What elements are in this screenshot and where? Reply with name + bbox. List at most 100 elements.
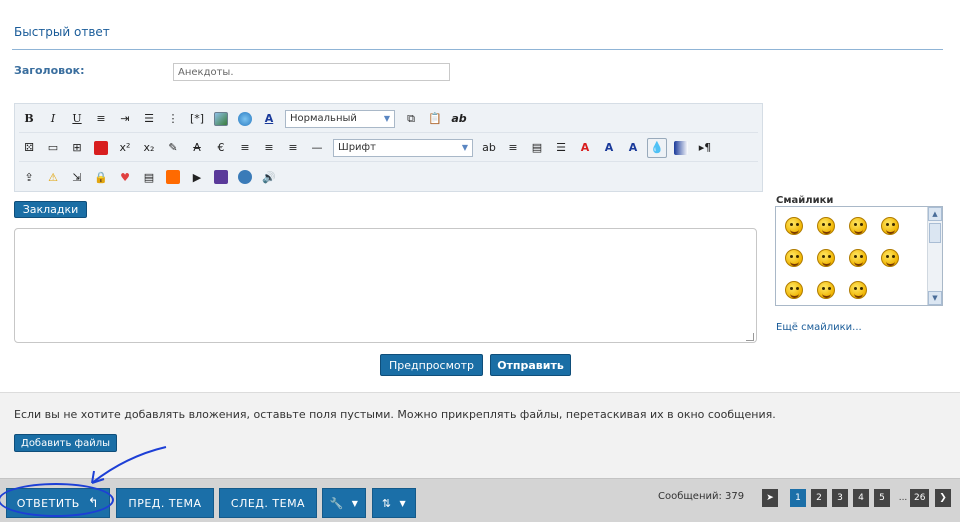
block-icon[interactable]: ▤: [527, 138, 547, 158]
euro-icon[interactable]: €: [211, 138, 231, 158]
justify-icon[interactable]: ≡: [503, 138, 523, 158]
text-color-icon[interactable]: A: [259, 109, 279, 129]
reply-button[interactable]: ОТВЕТИТЬ ↰: [6, 488, 110, 518]
smiley-icon[interactable]: [812, 213, 840, 239]
smilies-scrollbar[interactable]: ▲ ▼: [927, 207, 942, 305]
smiley-icon[interactable]: [844, 277, 872, 303]
bullet-list-icon[interactable]: ☰: [139, 109, 159, 129]
underline-icon[interactable]: U: [67, 109, 87, 129]
warning-icon[interactable]: ⚠: [43, 167, 63, 187]
align-left-icon[interactable]: ≡: [235, 138, 255, 158]
document-icon[interactable]: ▤: [139, 167, 159, 187]
picture-icon[interactable]: [211, 167, 231, 187]
drop-icon[interactable]: 💧: [647, 137, 667, 158]
image-icon[interactable]: [211, 109, 231, 129]
horizontal-rule-icon[interactable]: —: [307, 138, 327, 158]
pencil-icon[interactable]: ✎: [163, 138, 183, 158]
smiley-icon[interactable]: [812, 277, 840, 303]
list-item-icon[interactable]: [*]: [187, 109, 207, 129]
more-smilies-link[interactable]: Ещё смайлики...: [776, 322, 862, 333]
numbered-list-icon[interactable]: ⋮: [163, 109, 183, 129]
upload-icon[interactable]: ⇪: [19, 167, 39, 187]
paste-icon[interactable]: 📋: [425, 109, 445, 129]
bold-icon[interactable]: B: [19, 109, 39, 129]
indent-icon[interactable]: ⇥: [115, 109, 135, 129]
paragraph-icon[interactable]: ▸¶: [695, 138, 715, 158]
scroll-thumb[interactable]: [929, 223, 941, 243]
scroll-down-icon[interactable]: ▼: [928, 291, 942, 305]
smiley-icon[interactable]: [780, 277, 808, 303]
smiley-icon[interactable]: [844, 213, 872, 239]
subject-input[interactable]: [173, 63, 450, 81]
page-ellipsis: ...: [898, 493, 908, 503]
lock-icon[interactable]: 🔒: [91, 167, 111, 187]
prev-topic-button[interactable]: ПРЕД. ТЕМА: [116, 488, 214, 518]
spellcheck-icon[interactable]: ab: [449, 109, 469, 129]
highlight-icon[interactable]: ab: [479, 138, 499, 158]
add-files-button[interactable]: Добавить файлы: [14, 434, 117, 452]
font-red-icon[interactable]: A: [575, 138, 595, 158]
page-link[interactable]: 1: [790, 489, 806, 507]
attachments-hint: Если вы не хотите добавлять вложения, ос…: [14, 408, 776, 421]
superscript-icon[interactable]: x²: [115, 138, 135, 158]
message-count: Сообщений: 379: [658, 491, 745, 502]
table-icon[interactable]: ⊞: [67, 138, 87, 158]
page-link[interactable]: 2: [811, 489, 827, 507]
page-link[interactable]: 5: [874, 489, 890, 507]
attachments-section: [0, 392, 960, 478]
reply-label: ОТВЕТИТЬ: [16, 496, 80, 510]
login-icon[interactable]: ⇲: [67, 167, 87, 187]
chevron-down-icon: ▼: [383, 114, 390, 123]
reply-arrow-icon: ↰: [87, 495, 100, 511]
page-link[interactable]: 3: [832, 489, 848, 507]
tools-dropdown-button[interactable]: 🔧 ▼: [322, 488, 366, 518]
smiley-icon[interactable]: [844, 245, 872, 271]
italic-icon[interactable]: I: [43, 109, 63, 129]
wordpress-icon[interactable]: [235, 167, 255, 187]
preview-button[interactable]: Предпросмотр: [380, 354, 483, 376]
next-page-icon[interactable]: ❯: [935, 489, 951, 507]
scroll-up-icon[interactable]: ▲: [928, 207, 942, 221]
align-left-icon[interactable]: ≡: [91, 109, 111, 129]
smilies-panel: ▲ ▼: [775, 206, 943, 306]
gradient-icon[interactable]: [671, 138, 691, 158]
strikethrough-icon[interactable]: A: [187, 138, 207, 158]
format-select[interactable]: Нормальный ▼: [285, 109, 395, 128]
smiley-icon[interactable]: [876, 213, 904, 239]
wrench-icon: 🔧: [329, 496, 344, 510]
font-size-icon[interactable]: A: [599, 138, 619, 158]
goto-page-icon[interactable]: ➤: [762, 489, 778, 507]
window-icon[interactable]: ▭: [43, 138, 63, 158]
smiley-icon[interactable]: [780, 213, 808, 239]
link-icon[interactable]: [235, 109, 255, 129]
play-icon[interactable]: ▶: [187, 167, 207, 187]
sort-dropdown-button[interactable]: ⇅ ▼: [372, 488, 416, 518]
resize-handle-icon[interactable]: [746, 333, 754, 341]
list-icon[interactable]: ☰: [551, 138, 571, 158]
send-button[interactable]: Отправить: [490, 354, 571, 376]
speaker-icon[interactable]: 🔊: [259, 167, 279, 187]
page-link[interactable]: 26: [910, 489, 930, 507]
align-right-icon[interactable]: ≡: [259, 138, 279, 158]
youtube-icon[interactable]: [91, 138, 111, 158]
align-center-icon[interactable]: ≡: [283, 138, 303, 158]
message-editor[interactable]: [14, 228, 757, 343]
dice-icon[interactable]: ⚄: [19, 138, 39, 158]
heart-icon[interactable]: ♥: [115, 167, 135, 187]
page-link[interactable]: 4: [853, 489, 869, 507]
soundcloud-icon[interactable]: [163, 167, 183, 187]
smilies-title: Смайлики: [776, 195, 834, 206]
font-shadow-icon[interactable]: A: [623, 138, 643, 158]
chevron-down-icon: ▼: [351, 498, 359, 508]
sort-icon: ⇅: [381, 496, 392, 510]
smiley-icon[interactable]: [780, 245, 808, 271]
font-select-value: Шрифт: [338, 142, 376, 153]
smiley-icon[interactable]: [876, 245, 904, 271]
subscript-icon[interactable]: x₂: [139, 138, 159, 158]
next-topic-button[interactable]: СЛЕД. ТЕМА: [219, 488, 317, 518]
toolbar-row-3: ⇪ ⚠ ⇲ 🔒 ♥ ▤ ▶ 🔊: [19, 163, 758, 191]
smiley-icon[interactable]: [812, 245, 840, 271]
copy-icon[interactable]: ⧉: [401, 109, 421, 129]
bookmarks-button[interactable]: Закладки: [14, 201, 87, 218]
font-select[interactable]: Шрифт ▼: [333, 138, 473, 157]
